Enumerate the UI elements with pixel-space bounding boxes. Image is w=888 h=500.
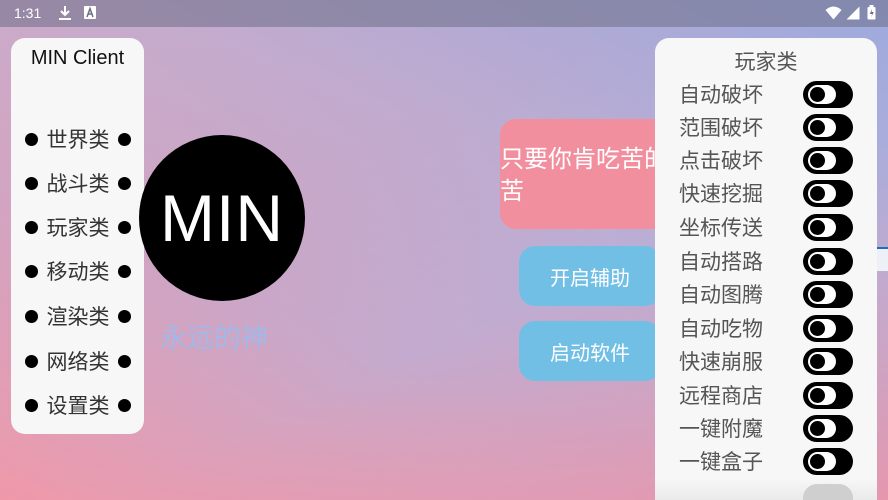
- a-notification-icon: [84, 6, 96, 19]
- toggle-knob: [808, 151, 836, 170]
- bullet-left-icon: [25, 398, 38, 412]
- toggle-knob: [808, 184, 836, 203]
- menu-item-label: 渲染类: [46, 305, 110, 329]
- status-bar: 1:31: [0, 0, 888, 27]
- edge-panel-fragment: [876, 249, 888, 271]
- feature-row: 快速挖掘: [655, 176, 877, 209]
- wifi-icon: [825, 6, 842, 20]
- menu-item-combat[interactable]: 战斗类: [25, 168, 131, 198]
- toggle-knob: [808, 218, 836, 237]
- bullet-left-icon: [25, 354, 38, 368]
- message-text: 只要你肯吃苦的苦: [500, 145, 660, 205]
- bullet-left-icon: [25, 309, 38, 323]
- feature-toggle[interactable]: [803, 81, 853, 108]
- toggle-knob: [808, 452, 836, 471]
- feature-row: 一键盒子: [655, 444, 877, 477]
- feature-label: 自动破坏: [679, 83, 763, 107]
- feature-label: 自动图腾: [679, 283, 763, 307]
- bullet-right-icon: [118, 309, 131, 323]
- toggle-knob: [808, 319, 836, 338]
- message-card: 只要你肯吃苦的苦: [500, 119, 660, 229]
- menu-item-player[interactable]: 玩家类: [25, 212, 131, 242]
- toggle-knob: [808, 386, 836, 405]
- logo-subtitle: 永远的神: [160, 323, 268, 354]
- toggle-knob: [808, 419, 836, 438]
- bullet-left-icon: [25, 264, 38, 278]
- battery-icon: [867, 5, 876, 20]
- bullet-right-icon: [118, 220, 131, 234]
- menu-item-render[interactable]: 渲染类: [25, 301, 131, 331]
- status-time: 1:31: [14, 5, 42, 21]
- logo-text: MIN: [160, 181, 284, 255]
- feature-label: 一键盒子: [679, 450, 763, 474]
- bullet-left-icon: [25, 132, 38, 146]
- feature-row: 一键附魔: [655, 411, 877, 444]
- feature-row: 远程商店: [655, 378, 877, 411]
- feature-label: 自动搭路: [679, 250, 763, 274]
- menu-item-label: 设置类: [46, 394, 110, 418]
- feature-toggle[interactable]: [803, 348, 853, 375]
- feature-label: 远程商店: [679, 384, 763, 408]
- menu-item-label: 玩家类: [46, 216, 110, 240]
- menu-item-label: 战斗类: [46, 172, 110, 196]
- feature-row: 点击破坏: [655, 143, 877, 176]
- menu-item-network[interactable]: 网络类: [25, 346, 131, 376]
- bullet-right-icon: [118, 264, 131, 278]
- feature-toggle[interactable]: [803, 214, 853, 241]
- menu-item-movement[interactable]: 移动类: [25, 256, 131, 286]
- feature-toggle[interactable]: [803, 415, 853, 442]
- feature-row: 自动搭路: [655, 244, 877, 277]
- download-icon: [59, 6, 71, 20]
- feature-toggle[interactable]: [803, 382, 853, 409]
- feature-row: 自动吃物: [655, 311, 877, 344]
- bullet-right-icon: [118, 132, 131, 146]
- toggle-knob: [808, 118, 836, 137]
- start-software-button[interactable]: 启动软件: [519, 321, 661, 381]
- menu-item-label: 移动类: [46, 260, 110, 284]
- toggle-knob: [808, 85, 836, 104]
- feature-row: 自动破坏: [655, 77, 877, 110]
- feature-toggle[interactable]: [803, 281, 853, 308]
- min-logo: MIN: [139, 135, 305, 301]
- feature-label: 快速挖掘: [679, 182, 763, 206]
- bullet-left-icon: [25, 176, 38, 190]
- feature-toggle[interactable]: [803, 248, 853, 275]
- feature-toggle[interactable]: [803, 147, 853, 174]
- menu-item-world[interactable]: 世界类: [25, 124, 131, 154]
- menu-item-settings[interactable]: 设置类: [25, 390, 131, 420]
- toggle-knob: [808, 285, 836, 304]
- bullet-right-icon: [118, 354, 131, 368]
- feature-toggle[interactable]: [803, 448, 853, 475]
- feature-toggle[interactable]: [803, 180, 853, 207]
- bullet-left-icon: [25, 220, 38, 234]
- client-title: MIN Client: [30, 47, 125, 69]
- partial-toggle-next-row: [803, 484, 853, 500]
- menu-item-label: 网络类: [46, 350, 110, 374]
- menu-item-label: 世界类: [46, 128, 110, 152]
- feature-toggle[interactable]: [803, 315, 853, 342]
- signal-icon: [846, 6, 860, 20]
- feature-label: 自动吃物: [679, 317, 763, 341]
- toggle-knob: [808, 252, 836, 271]
- open-assist-button[interactable]: 开启辅助: [519, 246, 661, 306]
- toggle-knob: [808, 352, 836, 371]
- feature-label: 一键附魔: [679, 417, 763, 441]
- bullet-right-icon: [118, 398, 131, 412]
- player-feature-panel: 玩家类 自动破坏 范围破坏 点击破坏 快速挖掘 坐标传送 自动搭路 自动图腾 自…: [655, 38, 877, 500]
- feature-row: 快速崩服: [655, 344, 877, 377]
- feature-row: 自动图腾: [655, 277, 877, 310]
- panel-title: 玩家类: [734, 50, 798, 74]
- feature-label: 范围破坏: [679, 116, 763, 140]
- feature-row: 范围破坏: [655, 110, 877, 143]
- feature-row: 坐标传送: [655, 210, 877, 243]
- category-menu: MIN Client 世界类 战斗类 玩家类 移动类 渲染类 网络类 设置类: [11, 38, 144, 434]
- feature-label: 点击破坏: [679, 149, 763, 173]
- feature-toggle[interactable]: [803, 114, 853, 141]
- feature-label: 快速崩服: [679, 350, 763, 374]
- bullet-right-icon: [118, 176, 131, 190]
- feature-label: 坐标传送: [679, 216, 763, 240]
